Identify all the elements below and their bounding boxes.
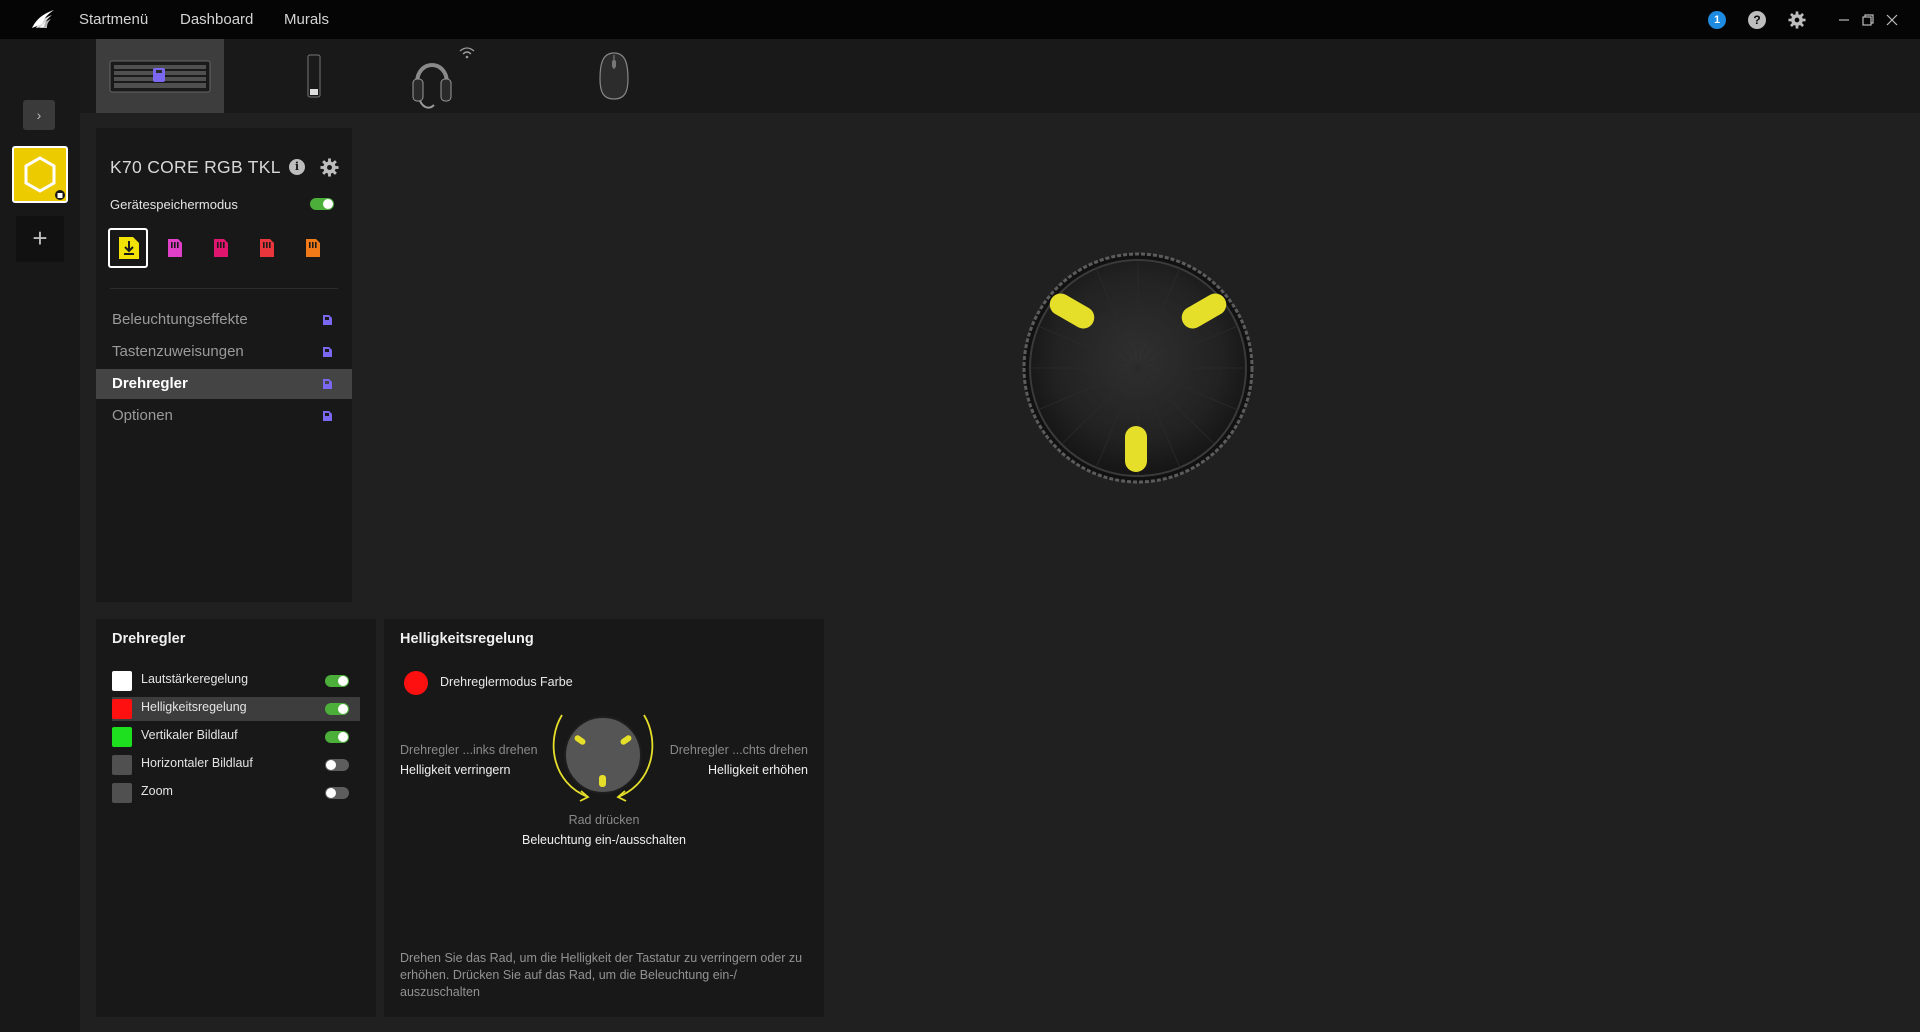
- left-rail: › +: [0, 39, 80, 1032]
- dial-mode-label: Lautstärkeregelung: [141, 672, 249, 686]
- dial-mode-row-brightness[interactable]: Helligkeitsregelung: [112, 697, 360, 721]
- device-tab-mouse[interactable]: [564, 39, 664, 113]
- memory-slot-1[interactable]: [108, 228, 148, 268]
- device-name: K70 CORE RGB TKL: [110, 157, 281, 177]
- sd-card-icon: [214, 239, 228, 257]
- close-icon[interactable]: [1882, 10, 1902, 30]
- memory-mode-toggle[interactable]: [310, 198, 334, 210]
- minimize-icon[interactable]: [1834, 10, 1854, 30]
- menu-dial[interactable]: Drehregler: [96, 369, 352, 399]
- mini-dial-diagram: [552, 714, 654, 802]
- restore-icon[interactable]: [1858, 10, 1878, 30]
- device-tab-headset[interactable]: [384, 39, 504, 113]
- active-device-tile[interactable]: [12, 146, 68, 203]
- device-memory-icon: [323, 315, 332, 325]
- dial-mode-toggle[interactable]: [325, 759, 349, 771]
- device-settings-icon[interactable]: [320, 158, 339, 177]
- dial-modes-panel: Drehregler Lautstärkeregelung Helligkeit…: [96, 619, 376, 1017]
- menu-label: Drehregler: [112, 375, 188, 392]
- memory-slot-3[interactable]: [200, 228, 240, 268]
- press-caption: Rad drücken: [568, 813, 640, 827]
- color-swatch[interactable]: [112, 699, 132, 719]
- nav-murals[interactable]: Murals: [284, 0, 329, 39]
- sd-card-icon: [306, 239, 320, 257]
- color-swatch[interactable]: [112, 727, 132, 747]
- dial-mode-label: Horizontaler Bildlauf: [141, 756, 253, 770]
- color-mode-label: Drehreglermodus Farbe: [440, 675, 573, 689]
- color-swatch[interactable]: [112, 783, 132, 803]
- usb-receiver-icon: [307, 54, 321, 98]
- mouse-icon: [599, 52, 629, 100]
- dial-mode-label: Vertikaler Bildlauf: [141, 728, 238, 742]
- mode-description: Drehen Sie das Rad, um die Helligkeit de…: [400, 951, 803, 999]
- device-tab-usb-receiver[interactable]: [264, 39, 364, 113]
- device-tab-keyboard[interactable]: [96, 39, 224, 113]
- menu-key-assignments[interactable]: Tastenzuweisungen: [96, 337, 352, 367]
- rotate-right-action: Helligkeit erhöhen: [707, 763, 808, 777]
- dial-mode-row-vertical-scroll[interactable]: Vertikaler Bildlauf: [112, 725, 360, 749]
- memory-slot-2[interactable]: [154, 228, 194, 268]
- nav-dashboard[interactable]: Dashboard: [180, 0, 253, 39]
- nav-startmenu[interactable]: Startmenü: [79, 0, 148, 39]
- rotate-left-action: Helligkeit verringern: [400, 763, 511, 777]
- add-device-button[interactable]: +: [16, 216, 64, 262]
- gear-icon[interactable]: [1788, 11, 1806, 29]
- color-swatch[interactable]: [112, 671, 132, 691]
- hexagon-icon: [24, 156, 65, 200]
- memory-mode-label: Gerätespeichermodus: [110, 197, 238, 212]
- dial-mode-toggle[interactable]: [325, 703, 349, 715]
- corsair-logo-icon[interactable]: [30, 8, 56, 30]
- device-memory-icon: [323, 411, 332, 421]
- headset-icon: [412, 47, 475, 109]
- sd-card-icon: [260, 239, 274, 257]
- memory-slot-4[interactable]: [246, 228, 286, 268]
- device-memory-icon: [323, 379, 332, 389]
- rotate-right-caption: Drehregler ...chts drehen: [669, 743, 808, 757]
- dial-mode-row-volume[interactable]: Lautstärkeregelung: [112, 669, 360, 693]
- menu-lighting-effects[interactable]: Beleuchtungseffekte: [96, 305, 352, 335]
- dial-mode-detail-panel: Helligkeitsregelung Drehreglermodus Farb…: [384, 619, 824, 1017]
- device-memory-icon: [323, 347, 332, 357]
- menu-options[interactable]: Optionen: [96, 401, 352, 431]
- dial-preview: [1018, 250, 1258, 490]
- dial-mode-toggle[interactable]: [325, 787, 349, 799]
- dial-mode-color-picker[interactable]: [404, 671, 428, 695]
- divider: [110, 288, 338, 289]
- dial-mode-label: Helligkeitsregelung: [141, 700, 247, 714]
- menu-label: Optionen: [112, 407, 173, 424]
- dial-mode-row-zoom[interactable]: Zoom: [112, 781, 360, 805]
- dial-illustration: [1022, 252, 1254, 484]
- memory-slot-5[interactable]: [292, 228, 332, 268]
- color-swatch[interactable]: [112, 755, 132, 775]
- menu-label: Beleuchtungseffekte: [112, 311, 248, 328]
- expand-rail-button[interactable]: ›: [23, 100, 55, 130]
- panel-title: Drehregler: [112, 631, 186, 647]
- profile-panel: K70 CORE RGB TKL i Gerätespeichermodus B…: [96, 128, 352, 602]
- menu-label: Tastenzuweisungen: [112, 343, 244, 360]
- info-icon[interactable]: i: [289, 159, 305, 175]
- dial-mode-toggle[interactable]: [325, 675, 349, 687]
- top-bar: Startmenü Dashboard Murals 1 ?: [0, 0, 1920, 39]
- keyboard-icon: [109, 60, 211, 93]
- dial-mode-label: Zoom: [141, 784, 173, 798]
- sd-card-icon: [168, 239, 182, 257]
- dial-mode-toggle[interactable]: [325, 731, 349, 743]
- help-icon[interactable]: ?: [1748, 11, 1766, 29]
- download-slot-icon: [119, 237, 139, 259]
- panel-title: Helligkeitsregelung: [400, 631, 534, 647]
- press-action: Beleuchtung ein-/ausschalten: [521, 833, 686, 847]
- dial-mode-row-horizontal-scroll[interactable]: Horizontaler Bildlauf: [112, 753, 360, 777]
- rotate-left-caption: Drehregler ...inks drehen: [400, 743, 538, 757]
- notification-icon[interactable]: 1: [1708, 11, 1726, 29]
- device-strip: [80, 39, 1920, 113]
